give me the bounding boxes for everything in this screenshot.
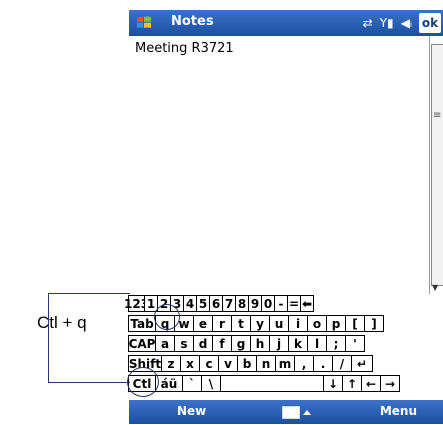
key-p[interactable]: p [326,315,346,332]
key-sym0-13[interactable]: ⬅ [300,295,314,312]
ok-button[interactable]: ok [419,13,441,33]
key-z[interactable]: z [161,355,181,372]
keyboard-icon [282,405,300,419]
key-7[interactable]: 7 [222,295,236,312]
key-c[interactable]: c [199,355,219,372]
device-screen: Notes ⇄ Y▮ ◀ᵢ ok Meeting R3721 ▼ 1231234… [124,10,443,424]
title-bar: Notes ⇄ Y▮ ◀ᵢ ok [129,10,443,36]
key-cap[interactable]: CAP [128,335,156,352]
key-sym0-12[interactable]: = [287,295,301,312]
key-sym4-7[interactable]: ← [361,375,381,392]
highlight-circle-ctl [127,367,159,397]
key-d[interactable]: d [193,335,213,352]
key-i[interactable]: i [288,315,308,332]
key-f[interactable]: f [212,335,232,352]
key-8[interactable]: 8 [235,295,249,312]
volume-icon[interactable]: ◀ᵢ [401,16,412,30]
signal-icon[interactable]: Y▮ [380,16,394,30]
connectivity-icon[interactable]: ⇄ [363,16,373,30]
key-sym3-8[interactable]: , [294,355,314,372]
key-sym4-5[interactable]: ↓ [323,375,343,392]
callout-bracket-top [48,293,130,294]
key-sym4-8[interactable]: → [380,375,400,392]
key-0[interactable]: 0 [261,295,275,312]
keyboard-row-bottom: Ctl áü ` \ ↓ ↑ ← → [128,375,443,394]
highlight-circle-q [154,304,180,330]
scroll-down-arrow-icon[interactable]: ▼ [432,283,438,292]
key-5[interactable]: 5 [196,295,210,312]
key-sym3-11[interactable]: ↵ [351,355,373,372]
key-space[interactable] [220,375,324,392]
keyboard-row-shift: Shift z x c v b n m,. / ↵ [128,355,443,374]
note-text-area[interactable]: Meeting R3721 [129,36,429,295]
keyboard-row-home: CAP a s d f g h j k l; ' [128,335,443,354]
key-s[interactable]: s [174,335,194,352]
key-r[interactable]: r [212,315,232,332]
callout-bracket-bottom [48,382,130,383]
key-sym4-2[interactable]: ` [182,375,202,392]
status-icons: ⇄ Y▮ ◀ᵢ ok [363,10,443,36]
callout-bracket-vertical [48,293,49,383]
key-6[interactable]: 6 [209,295,223,312]
key-j[interactable]: j [269,335,289,352]
input-panel-button[interactable] [282,404,312,420]
key-123[interactable]: 123 [124,295,149,312]
key-4[interactable]: 4 [183,295,197,312]
callout-label: Ctl + q [37,313,87,332]
app-title: Notes [171,14,214,29]
key-sym2-11[interactable]: ' [345,335,365,352]
key-o[interactable]: o [307,315,327,332]
key-sym4-1[interactable]: áü [155,375,183,392]
key-n[interactable]: n [256,355,276,372]
key-sym4-6[interactable]: ↑ [342,375,362,392]
key-k[interactable]: k [288,335,308,352]
key-sym1-11[interactable]: [ [345,315,365,332]
key-e[interactable]: e [193,315,213,332]
key-a[interactable]: a [155,335,175,352]
key-b[interactable]: b [237,355,257,372]
key-l[interactable]: l [307,335,327,352]
menu-softkey[interactable]: Menu [380,404,417,418]
key-sym0-11[interactable]: - [274,295,288,312]
new-softkey[interactable]: New [177,404,206,418]
key-x[interactable]: x [180,355,200,372]
key-sym1-12[interactable]: ] [364,315,384,332]
key-m[interactable]: m [275,355,295,372]
key-y[interactable]: y [250,315,270,332]
note-text: Meeting R3721 [135,41,234,56]
key-v[interactable]: v [218,355,238,372]
key-tab[interactable]: Tab [128,315,156,332]
scroll-thumb[interactable] [431,44,443,286]
vertical-scrollbar[interactable]: ▼ [429,36,443,294]
key-h[interactable]: h [250,335,270,352]
menu-bar: New Menu [129,400,443,424]
key-sym3-9[interactable]: . [313,355,333,372]
key-sym4-3[interactable]: \ [201,375,221,392]
key-9[interactable]: 9 [248,295,262,312]
key-g[interactable]: g [231,335,251,352]
windows-start-icon[interactable] [135,14,153,32]
key-t[interactable]: t [231,315,251,332]
key-sym2-10[interactable]: ; [326,335,346,352]
caret-up-icon [303,409,311,415]
key-sym3-10[interactable]: / [332,355,352,372]
key-u[interactable]: u [269,315,289,332]
